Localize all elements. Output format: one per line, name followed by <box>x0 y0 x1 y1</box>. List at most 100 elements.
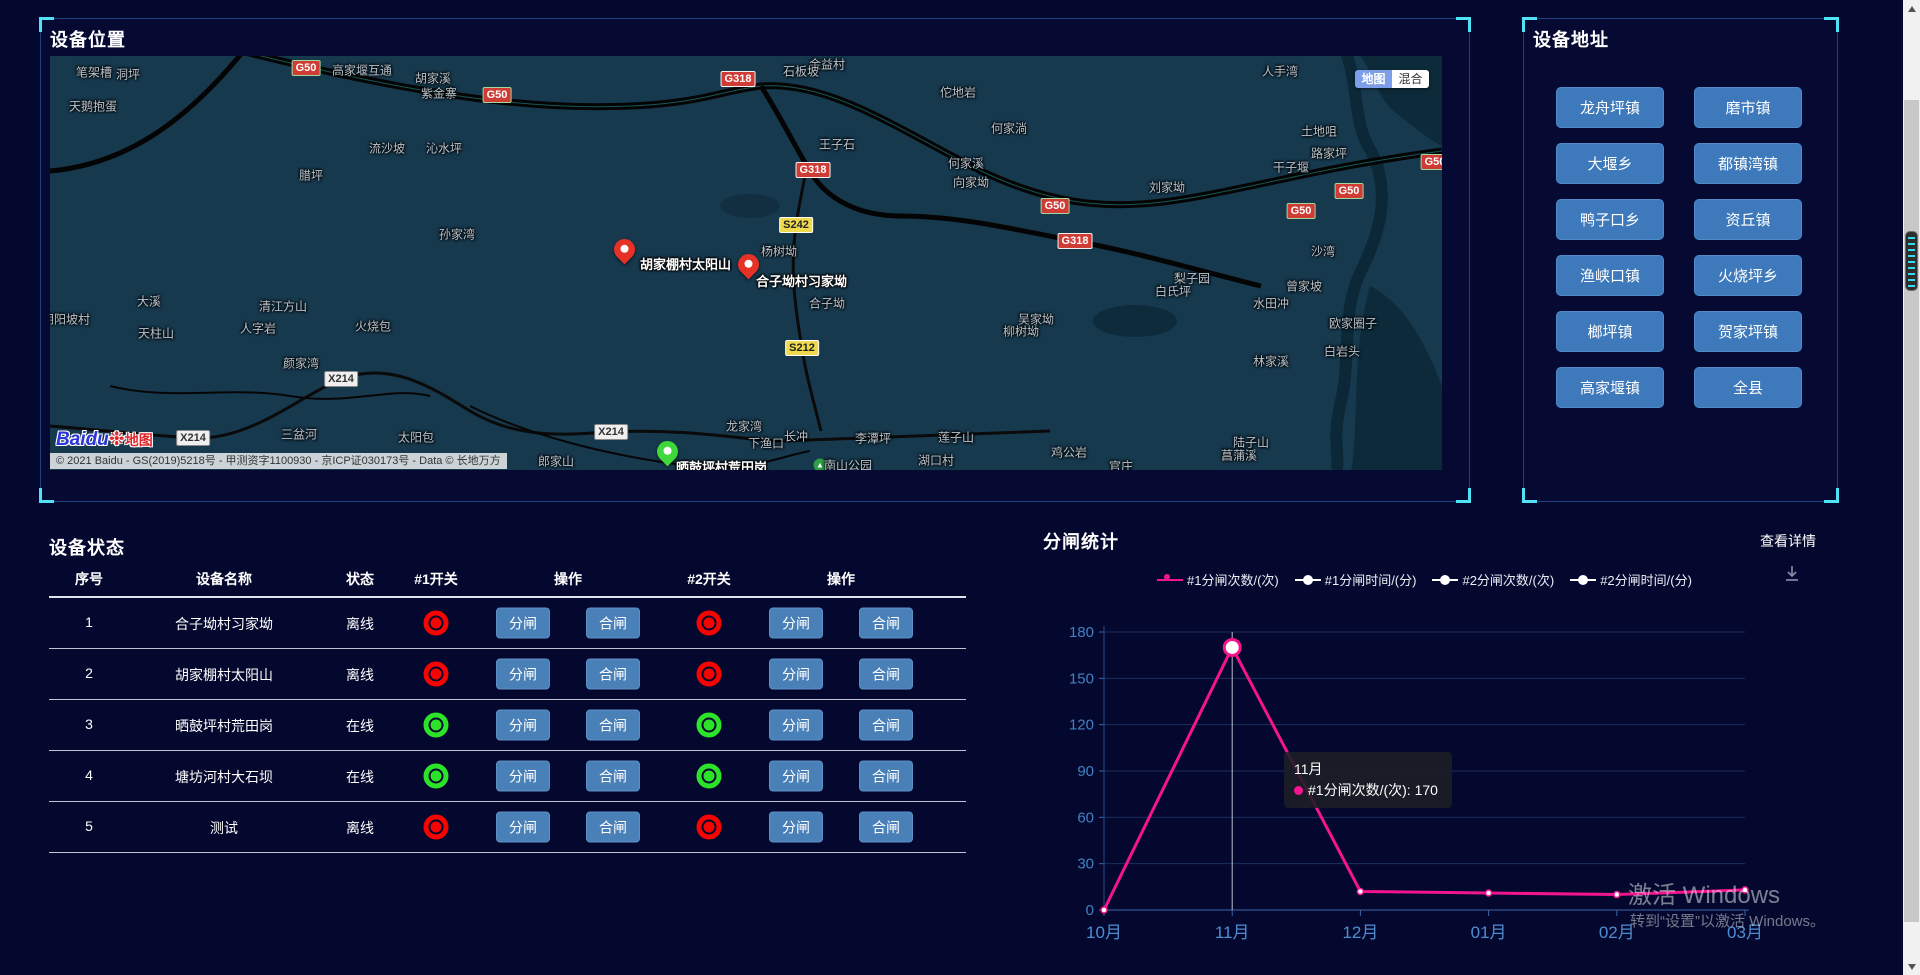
address-button[interactable]: 渔峡口镇 <box>1556 255 1664 296</box>
switch1-indicator <box>424 764 449 789</box>
corner-decoration <box>39 488 54 503</box>
map-place-label: 孙家湾 <box>439 226 475 243</box>
device-location-title: 设备位置 <box>50 26 126 52</box>
address-button[interactable]: 高家堰镇 <box>1556 367 1664 408</box>
map-place-label: 路家坪 <box>1311 145 1347 162</box>
open-switch2-button[interactable]: 分闸 <box>769 761 823 792</box>
open-switch1-button[interactable]: 分闸 <box>496 659 550 690</box>
close-switch1-button[interactable]: 合闸 <box>586 761 640 792</box>
close-switch2-button[interactable]: 合闸 <box>859 812 913 843</box>
scrollbar-down-arrow[interactable] <box>1903 958 1920 975</box>
legend-item[interactable]: #1分闸时间/(分) <box>1295 570 1417 589</box>
row-device-name: 塘坊河村大石坝 <box>175 767 273 787</box>
open-switch2-button[interactable]: 分闸 <box>769 608 823 639</box>
switch1-indicator <box>424 611 449 636</box>
route-shield: G50 <box>1335 183 1364 199</box>
map-place-label: 欧家圈子 <box>1329 315 1377 332</box>
baidu-logo[interactable]: Baidu❉地图 <box>56 428 153 451</box>
y-axis-tick-label: 150 <box>1069 670 1094 687</box>
map-place-label: 三盆河 <box>281 426 317 443</box>
close-switch2-button[interactable]: 合闸 <box>859 710 913 741</box>
address-button[interactable]: 鸭子口乡 <box>1556 199 1664 240</box>
map-place-label: 流沙坡 <box>369 140 405 157</box>
row-device-name: 胡家棚村太阳山 <box>175 665 273 685</box>
map-copyright: © 2021 Baidu - GS(2019)5218号 - 甲测资字11009… <box>50 453 507 469</box>
close-switch2-button[interactable]: 合闸 <box>859 608 913 639</box>
legend-item[interactable]: #1分闸次数/(次) <box>1157 570 1279 589</box>
tooltip-value: #1分闸次数/(次): 170 <box>1308 782 1438 798</box>
address-button[interactable]: 榔坪镇 <box>1556 311 1664 352</box>
legend-marker-icon <box>1157 575 1183 585</box>
device-pin-label: 晒鼓坪村荒田岗 <box>676 457 767 470</box>
open-switch1-button[interactable]: 分闸 <box>496 608 550 639</box>
baidu-map[interactable]: 笔架槽洞坪高家堰互通天鹅抱蛋胡家溪紫金寨金益村石板坡佗地岩人手湾土地咀路家坪干子… <box>50 56 1442 470</box>
map-place-label: 杨树坳 <box>761 243 797 260</box>
map-place-label: 林家溪 <box>1253 353 1289 370</box>
address-button-grid: 龙舟坪镇磨市镇大堰乡都镇湾镇鸭子口乡资丘镇渔峡口镇火烧坪乡榔坪镇贺家坪镇高家堰镇… <box>1556 87 1806 408</box>
close-switch1-button[interactable]: 合闸 <box>586 659 640 690</box>
scroll-indicator-widget[interactable] <box>1905 231 1918 291</box>
row-status: 离线 <box>346 818 374 838</box>
address-button[interactable]: 资丘镇 <box>1694 199 1802 240</box>
dashboard: 设备位置 <box>0 0 1920 975</box>
legend-marker-icon <box>1295 575 1321 585</box>
device-address-title: 设备地址 <box>1533 26 1609 52</box>
device-location-panel: 设备位置 <box>40 18 1470 502</box>
column-header: #1开关 <box>414 569 458 589</box>
open-switch2-button[interactable]: 分闸 <box>769 710 823 741</box>
legend-item[interactable]: #2分闸次数/(次) <box>1432 570 1554 589</box>
corner-decoration <box>1456 488 1471 503</box>
row-seq: 3 <box>85 716 93 732</box>
legend-label: #2分闸时间/(分) <box>1600 570 1692 589</box>
address-button[interactable]: 龙舟坪镇 <box>1556 87 1664 128</box>
address-button[interactable]: 都镇湾镇 <box>1694 143 1802 184</box>
open-switch1-button[interactable]: 分闸 <box>496 812 550 843</box>
open-switch1-button[interactable]: 分闸 <box>496 761 550 792</box>
address-button[interactable]: 大堰乡 <box>1556 143 1664 184</box>
scrollbar-thumb[interactable] <box>1904 100 1919 922</box>
map-type-map-button[interactable]: 地图 <box>1355 70 1392 88</box>
legend-marker-icon <box>1570 575 1596 585</box>
map-place-label: 龙家湾 <box>726 418 762 435</box>
legend-label: #1分闸次数/(次) <box>1187 570 1279 589</box>
corner-decoration <box>1824 17 1839 32</box>
map-place-label: 沙湾 <box>1311 243 1335 260</box>
address-button[interactable]: 火烧坪乡 <box>1694 255 1802 296</box>
route-shield: X214 <box>324 371 358 387</box>
trip-stats-title: 分闸统计 <box>1043 528 1119 554</box>
map-place-label: 何家淌 <box>991 120 1027 137</box>
address-button[interactable]: 贺家坪镇 <box>1694 311 1802 352</box>
map-place-label: 笔架槽 <box>76 64 112 81</box>
close-switch1-button[interactable]: 合闸 <box>586 710 640 741</box>
map-place-label: 柳树坳 <box>1003 323 1039 340</box>
map-place-label: 大溪 <box>137 293 161 310</box>
address-button[interactable]: 全县 <box>1694 367 1802 408</box>
scrollbar-up-arrow[interactable] <box>1903 0 1920 17</box>
open-switch2-button[interactable]: 分闸 <box>769 812 823 843</box>
open-switch2-button[interactable]: 分闸 <box>769 659 823 690</box>
device-status-title: 设备状态 <box>49 534 125 560</box>
chart-tooltip: 11月 #1分闸次数/(次): 170 <box>1284 752 1452 808</box>
close-switch1-button[interactable]: 合闸 <box>586 608 640 639</box>
switch1-indicator <box>424 713 449 738</box>
device-pin-label: 合子坳村习家坳 <box>756 271 847 290</box>
close-switch2-button[interactable]: 合闸 <box>859 761 913 792</box>
row-seq: 1 <box>85 614 93 630</box>
close-switch2-button[interactable]: 合闸 <box>859 659 913 690</box>
download-icon[interactable] <box>1782 564 1802 589</box>
route-shield: G318 <box>721 71 756 87</box>
legend-item[interactable]: #2分闸时间/(分) <box>1570 570 1692 589</box>
open-switch1-button[interactable]: 分闸 <box>496 710 550 741</box>
legend-label: #1分闸时间/(分) <box>1325 570 1417 589</box>
map-place-label: 土地咀 <box>1301 123 1337 140</box>
x-axis-tick-label: 12月 <box>1342 923 1378 942</box>
route-shield: S242 <box>779 217 813 233</box>
chart-legend: #1分闸次数/(次) #1分闸时间/(分) #2分闸次数/(次) #2分闸时间/(分) <box>1157 570 1692 589</box>
map-type-toggle: 地图 混合 <box>1355 70 1429 88</box>
map-place-label: 干子堰 <box>1273 159 1309 176</box>
map-type-hybrid-button[interactable]: 混合 <box>1392 70 1429 88</box>
close-switch1-button[interactable]: 合闸 <box>586 812 640 843</box>
view-details-link[interactable]: 查看详情 <box>1760 531 1816 551</box>
corner-decoration <box>1522 488 1537 503</box>
address-button[interactable]: 磨市镇 <box>1694 87 1802 128</box>
